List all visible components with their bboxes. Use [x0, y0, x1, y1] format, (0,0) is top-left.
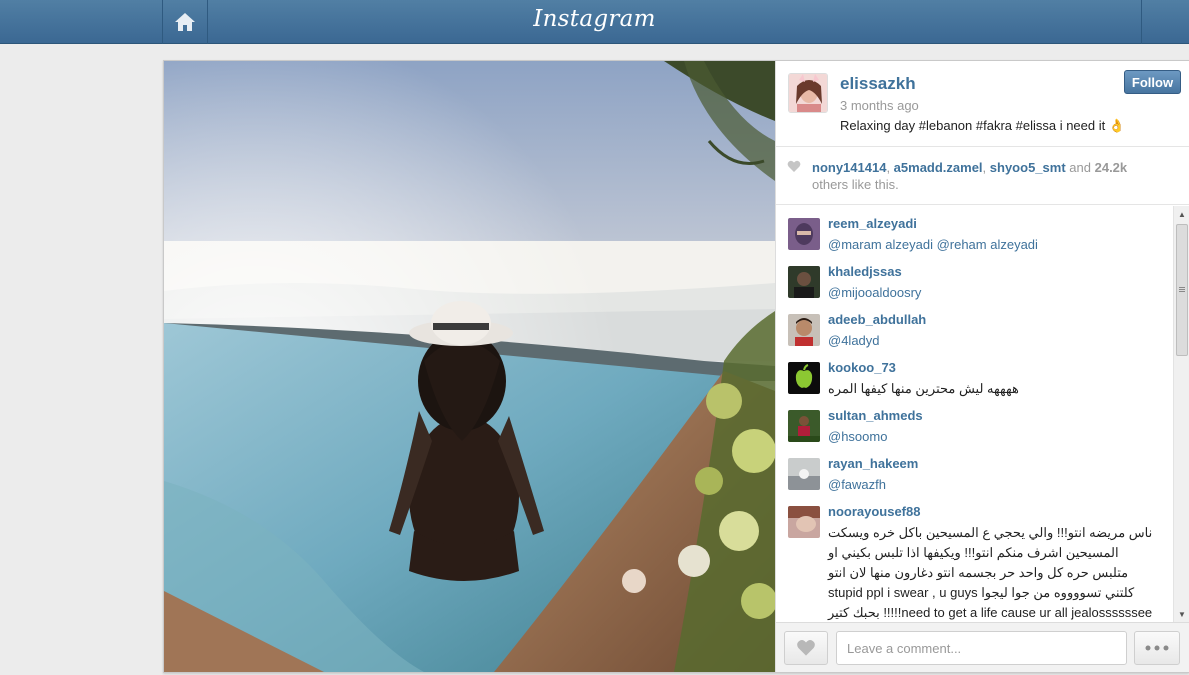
post-caption: Relaxing day #lebanon #fakra #elissa i n…: [840, 118, 1126, 133]
likes-suffix: others like this.: [812, 177, 899, 192]
post-photo[interactable]: [164, 61, 775, 672]
comment-text[interactable]: @mijooaldoosry: [828, 283, 1154, 303]
post-card: elissazkh 3 months ago Relaxing day #leb…: [163, 60, 1189, 673]
commenter-avatar[interactable]: [788, 362, 820, 394]
commenter-username[interactable]: noorayousef88: [828, 504, 920, 519]
comment-text[interactable]: @4ladyd: [828, 331, 1154, 351]
comment-compose-bar: [776, 622, 1189, 672]
liker-link[interactable]: a5madd.zamel: [894, 160, 983, 175]
commenter-username[interactable]: kookoo_73: [828, 360, 896, 375]
liker-link[interactable]: nony141414: [812, 160, 886, 175]
heart-icon: [787, 160, 801, 172]
commenter-username[interactable]: adeeb_abdullah: [828, 312, 926, 327]
like-button[interactable]: [784, 631, 828, 665]
comment-text: ههههه ليش محترين منها كيفها المره: [828, 381, 1019, 396]
liker-link[interactable]: shyoo5_smt: [990, 160, 1066, 175]
instagram-logo[interactable]: Instagram: [0, 6, 1189, 32]
comment-text: ناس مريضه انتو!!! والي يحجي ع المسيحين ب…: [828, 525, 1153, 620]
owner-avatar[interactable]: [788, 73, 828, 113]
commenter-avatar[interactable]: [788, 266, 820, 298]
post-owner-header: elissazkh 3 months ago Relaxing day #leb…: [776, 61, 1189, 147]
likes-and: and: [1069, 160, 1091, 175]
post-timestamp: 3 months ago: [840, 98, 919, 113]
scroll-down-arrow-icon[interactable]: ▼: [1174, 606, 1189, 622]
comments-scrollbar[interactable]: ▲ ▼: [1173, 206, 1189, 622]
owner-username[interactable]: elissazkh: [840, 74, 916, 94]
top-navigation-bar: Instagram: [0, 0, 1189, 44]
comments-list: reem_alzeyadi @maram alzeyadi @reham alz…: [776, 206, 1174, 622]
commenter-username[interactable]: sultan_ahmeds: [828, 408, 923, 423]
more-options-button[interactable]: [1134, 631, 1180, 665]
comment-text[interactable]: @hsoomo: [828, 427, 1154, 447]
ellipsis-icon: [1145, 645, 1169, 651]
comment-text[interactable]: @maram alzeyadi @reham alzeyadi: [828, 235, 1154, 255]
follow-button[interactable]: Follow: [1124, 70, 1181, 94]
commenter-avatar[interactable]: [788, 506, 820, 538]
photo-image: [164, 61, 775, 672]
likes-section: nony141414, a5madd.zamel, shyoo5_smt and…: [776, 147, 1189, 205]
commenter-avatar[interactable]: [788, 458, 820, 490]
commenter-avatar[interactable]: [788, 218, 820, 250]
commenter-username[interactable]: khaledjssas: [828, 264, 902, 279]
post-sidebar: elissazkh 3 months ago Relaxing day #leb…: [775, 61, 1189, 672]
scrollbar-thumb[interactable]: [1176, 224, 1188, 356]
heart-icon: [797, 639, 815, 656]
likes-line: nony141414, a5madd.zamel, shyoo5_smt and…: [812, 160, 1128, 175]
commenter-username[interactable]: rayan_hakeem: [828, 456, 918, 471]
comment-text[interactable]: @fawazfh: [828, 475, 1154, 495]
commenter-username[interactable]: reem_alzeyadi: [828, 216, 917, 231]
scroll-up-arrow-icon[interactable]: ▲: [1174, 206, 1189, 222]
commenter-avatar[interactable]: [788, 314, 820, 346]
commenter-avatar[interactable]: [788, 410, 820, 442]
comment-input[interactable]: [836, 631, 1127, 665]
likes-count[interactable]: 24.2k: [1095, 160, 1128, 175]
